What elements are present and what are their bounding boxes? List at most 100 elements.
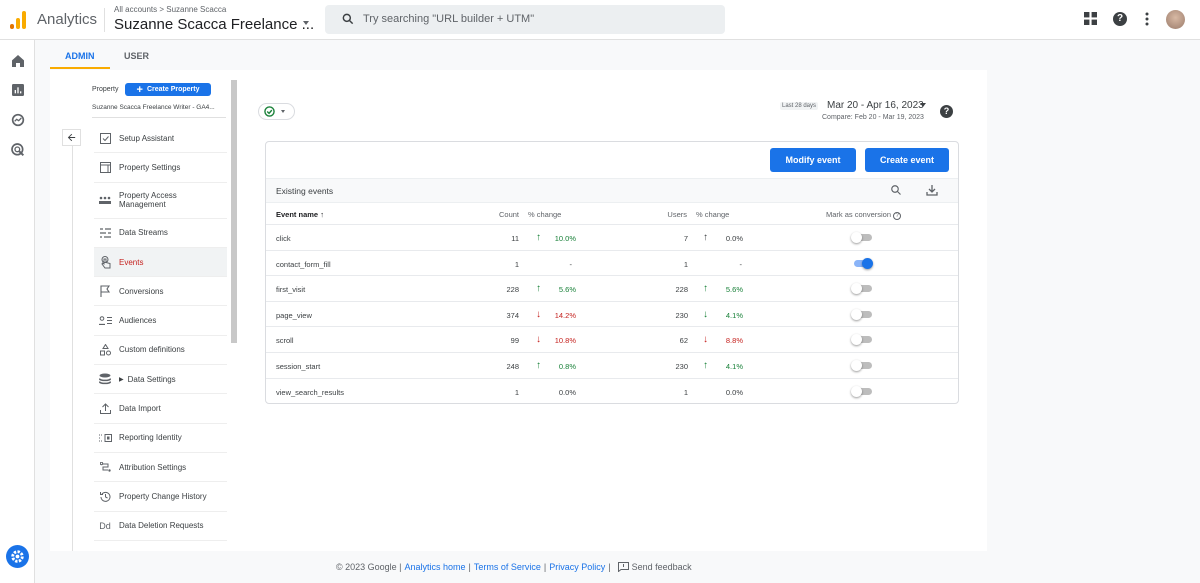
table-row[interactable]: session_start 248 ↑ 0.8% 230 ↑ 4.1% [266,353,958,379]
download-icon[interactable] [926,184,938,196]
users-header[interactable]: Users [667,210,687,219]
mark-as-conversion-toggle[interactable] [851,308,873,320]
sidebar-scrollbar[interactable] [231,80,237,343]
nav-item-data-deletion-requests[interactable]: Dd Data Deletion Requests [94,512,227,541]
table-row[interactable]: first_visit 228 ↑ 5.6% 228 ↑ 5.6% [266,276,958,302]
touch-icon [98,255,112,269]
separator: | [608,562,611,572]
nav-item-attribution-settings[interactable]: Attribution Settings [94,453,227,483]
advertising-icon[interactable] [10,142,26,158]
event-count: 1 [514,259,519,269]
search-input[interactable] [363,10,703,28]
admin-gear-icon[interactable] [6,545,29,568]
more-vert-icon[interactable] [1144,12,1150,26]
breadcrumb[interactable]: All accounts > Suzanne Scacca [114,5,226,14]
event-name[interactable]: click [276,234,291,243]
mark-as-conversion-toggle[interactable] [851,283,873,295]
nav-item-conversions[interactable]: Conversions [94,277,227,307]
date-range-badge: Last 28 days [780,102,819,110]
event-name[interactable]: page_view [276,311,312,320]
mark-as-conversion-toggle[interactable] [851,257,873,269]
table-row[interactable]: click 11 ↑ 10.0% 7 ↑ 0.0% [266,225,958,251]
event-name[interactable]: session_start [276,362,320,371]
expand-arrow-icon[interactable]: ▶ [119,376,124,383]
search-icon[interactable] [890,184,902,196]
nav-item-property-settings[interactable]: Property Settings [94,153,227,183]
data-deletion-icon: Dd [99,520,111,531]
chevron-down-icon[interactable] [303,21,309,25]
tab-admin[interactable]: ADMIN [65,51,95,61]
modify-event-button[interactable]: Modify event [770,148,856,172]
user-count: 7 [683,234,688,243]
search-bar[interactable] [325,5,725,34]
event-name-header[interactable]: Event name ↑ [276,210,324,219]
reports-icon[interactable] [10,82,26,98]
count-change: 10.0% [554,234,576,243]
mark-as-conversion-toggle[interactable] [851,385,873,397]
users-change: 4.1% [725,362,743,371]
arrow-up-icon: ↑ [703,360,708,371]
event-count: 1 [514,387,519,397]
count-header[interactable]: Count [499,210,519,219]
user-count: 1 [683,387,688,397]
create-event-button[interactable]: Create event [865,148,949,172]
count-change-header[interactable]: % change [528,210,561,219]
property-nav: Setup Assistant Property Settings Proper… [94,124,227,541]
home-icon[interactable] [10,53,26,69]
plus-icon: + [136,83,143,96]
table-row[interactable]: contact_form_fill 1 - 1 - [266,251,958,277]
event-name[interactable]: contact_form_fill [276,260,331,269]
tab-user[interactable]: USER [124,51,149,61]
count-change: 14.2% [554,310,576,320]
arrow-upward-icon: ↑ [320,210,324,219]
table-row[interactable]: view_search_results 1 0.0% 1 0.0% [266,379,958,403]
arrow-down-icon: ↓ [703,334,708,346]
account-selector[interactable]: Suzanne Scacca Freelance ... [114,16,314,33]
nav-item-events[interactable]: Events [94,247,227,278]
mark-as-conversion-toggle[interactable] [851,360,873,371]
data-streams-icon [98,228,112,238]
arrow-down-icon: ↓ [536,308,541,320]
user-count: 230 [675,310,688,320]
analytics-home-link[interactable]: Analytics home [405,562,466,572]
event-name[interactable]: first_visit [276,285,305,294]
nav-item-reporting-identity[interactable]: Reporting Identity [94,424,227,453]
property-selector[interactable]: Suzanne Scacca Freelance Writer - GA4... [92,104,226,118]
nav-item-data-streams[interactable]: Data Streams [94,219,227,248]
mark-as-conversion-toggle[interactable] [851,232,873,243]
help-icon[interactable]: ? [1113,12,1127,26]
nav-item-custom-definitions[interactable]: Custom definitions [94,336,227,366]
send-feedback-button[interactable]: Send feedback [617,562,692,572]
avatar[interactable] [1166,10,1185,29]
analytics-logo-icon[interactable] [10,11,26,29]
create-property-button[interactable]: + Create Property [125,83,211,96]
event-name[interactable]: view_search_results [276,388,344,397]
nav-item-data-settings[interactable]: ▶ Data Settings [94,365,227,395]
date-range-selector[interactable]: Mar 20 - Apr 16, 2023 [827,100,924,111]
table-row[interactable]: scroll 99 ↓ 10.8% 62 ↓ 8.8% [266,327,958,353]
user-count: 62 [679,336,688,346]
data-status-chip[interactable] [258,103,295,120]
nav-item-setup-assistant[interactable]: Setup Assistant [94,124,227,154]
users-change-header[interactable]: % change [696,210,729,219]
count-change: - [569,259,573,269]
copyright: © 2023 Google | [336,562,402,572]
apps-grid-icon[interactable] [1084,12,1097,25]
help-icon[interactable]: ? [940,105,953,118]
table-row[interactable]: page_view 374 ↓ 14.2% 230 ↓ 4.1% [266,302,958,328]
flag-icon [98,285,112,298]
card-title: Existing events [276,186,334,196]
users-change: 0.0% [725,387,743,397]
nav-item-data-import[interactable]: Data Import [94,394,227,424]
mark-as-conversion-toggle[interactable] [851,334,873,346]
event-name[interactable]: scroll [276,336,294,345]
chevron-down-icon[interactable] [920,103,926,107]
arrow-up-icon: ↑ [703,283,708,295]
explore-icon[interactable] [10,112,26,128]
back-button[interactable] [62,129,81,146]
nav-item-property-access-management[interactable]: Property Access Management [94,183,227,219]
terms-link[interactable]: Terms of Service [474,562,541,572]
nav-item-property-change-history[interactable]: Property Change History [94,482,227,512]
privacy-link[interactable]: Privacy Policy [549,562,605,572]
nav-item-audiences[interactable]: Audiences [94,306,227,336]
